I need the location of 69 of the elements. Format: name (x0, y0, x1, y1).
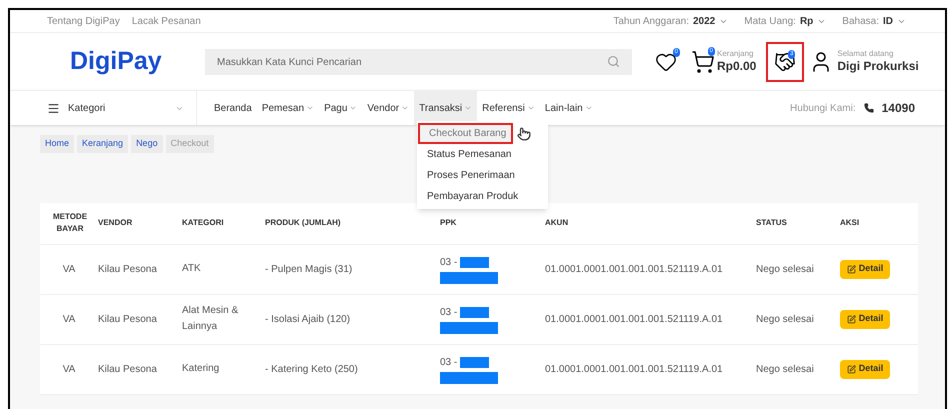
breadcrumb-item[interactable]: Nego (131, 135, 163, 152)
nav-item[interactable]: Pagu (319, 91, 362, 125)
handshake-icon (774, 50, 796, 72)
detail-button[interactable]: Detail (840, 360, 890, 378)
top-link[interactable]: Tentang DigiPay (47, 14, 120, 28)
table-cell-text: Alat Mesin & Lainnya (182, 304, 240, 334)
cart-label: Keranjang (717, 49, 754, 59)
nav-item[interactable]: Pemesan (256, 91, 320, 125)
menu-item[interactable]: Checkout Barang (418, 123, 513, 144)
table-cell-text: - Katering Keto (250) (265, 362, 359, 376)
menu-icon (47, 102, 60, 114)
column-header: PPK (440, 217, 458, 229)
table-cell-text: VA (62, 362, 76, 376)
search-icon (607, 54, 620, 68)
breadcrumb-item[interactable]: Keranjang (77, 135, 128, 152)
table-cell-text: VA (62, 312, 76, 326)
table-cell-text: - Pulpen Magis (31) (265, 262, 354, 276)
menu-item[interactable]: Proses Penerimaan (418, 165, 547, 186)
contact-label: Hubungi Kami: (790, 102, 856, 116)
menu-item[interactable]: Status Pemesanan (418, 144, 547, 165)
column-header: STATUS (756, 217, 788, 229)
edit-icon (846, 264, 856, 274)
detail-button[interactable]: Detail (840, 310, 890, 328)
table-cell-text: 03 - (440, 356, 458, 370)
setting-dropdown[interactable]: Tahun Anggaran: 2022 (613, 14, 728, 28)
table-cell-text: 01.0001.0001.001.001.001.521119.A.01 (545, 262, 724, 276)
table-cell-text: Nego selesai (756, 362, 815, 376)
table-cell-text: Nego selesai (756, 262, 815, 276)
table-cell-text: Kilau Pesona (98, 362, 158, 376)
table-cell-text: - Isolasi Ajaib (120) (265, 312, 352, 326)
edit-icon (846, 314, 856, 324)
user-name: Digi Prokurksi (837, 59, 919, 74)
detail-button[interactable]: Detail (840, 260, 890, 278)
table-cell-text: 01.0001.0001.001.001.001.521119.A.01 (545, 362, 724, 376)
logo: DigiPay (70, 46, 163, 77)
redaction-bar (440, 372, 498, 384)
nav-item[interactable]: Vendor (362, 91, 414, 125)
table-cell-text: Kilau Pesona (98, 262, 158, 276)
breadcrumb-item[interactable]: Home (40, 135, 74, 152)
redaction-bar (440, 322, 498, 334)
column-header: AKSI (840, 217, 860, 229)
table-cell-text: ATK (182, 262, 202, 276)
table-cell-text: 01.0001.0001.001.001.001.521119.A.01 (545, 312, 724, 326)
setting-dropdown[interactable]: Bahasa: ID (842, 14, 906, 28)
cursor-icon (517, 127, 531, 141)
cart-total: Rp0.00 (717, 59, 756, 74)
column-header: VENDOR (98, 217, 134, 229)
column-header: METODE BAYAR (52, 211, 88, 235)
table-cell-text: Kilau Pesona (98, 312, 158, 326)
phone-icon (864, 103, 874, 113)
edit-icon (846, 364, 856, 374)
cart-icon (691, 50, 715, 74)
search-field[interactable]: Masukkan Kata Kunci Pencarian (205, 49, 632, 75)
column-header: KATEGORI (182, 217, 225, 229)
menu-item[interactable]: Pembayaran Produk (418, 186, 547, 207)
table-cell-text: Katering (182, 362, 220, 376)
nav-item[interactable]: Beranda (209, 91, 257, 125)
category-menu[interactable]: Kategori (47, 91, 197, 125)
table-cell-text: VA (62, 262, 76, 276)
table-cell-text: Nego selesai (756, 312, 815, 326)
greeting: Selamat datang (837, 49, 894, 59)
contact-phone: 14090 (882, 100, 915, 117)
redaction-bar (440, 272, 498, 284)
top-link[interactable]: Lacak Pesanan (132, 14, 201, 28)
column-header: AKUN (545, 217, 570, 229)
table-cell-text: 03 - (440, 306, 458, 320)
column-header: PRODUK (JUMLAH) (265, 217, 342, 229)
table-cell-text: 03 - (440, 256, 458, 270)
setting-dropdown[interactable]: Mata Uang: Rp (744, 14, 826, 28)
